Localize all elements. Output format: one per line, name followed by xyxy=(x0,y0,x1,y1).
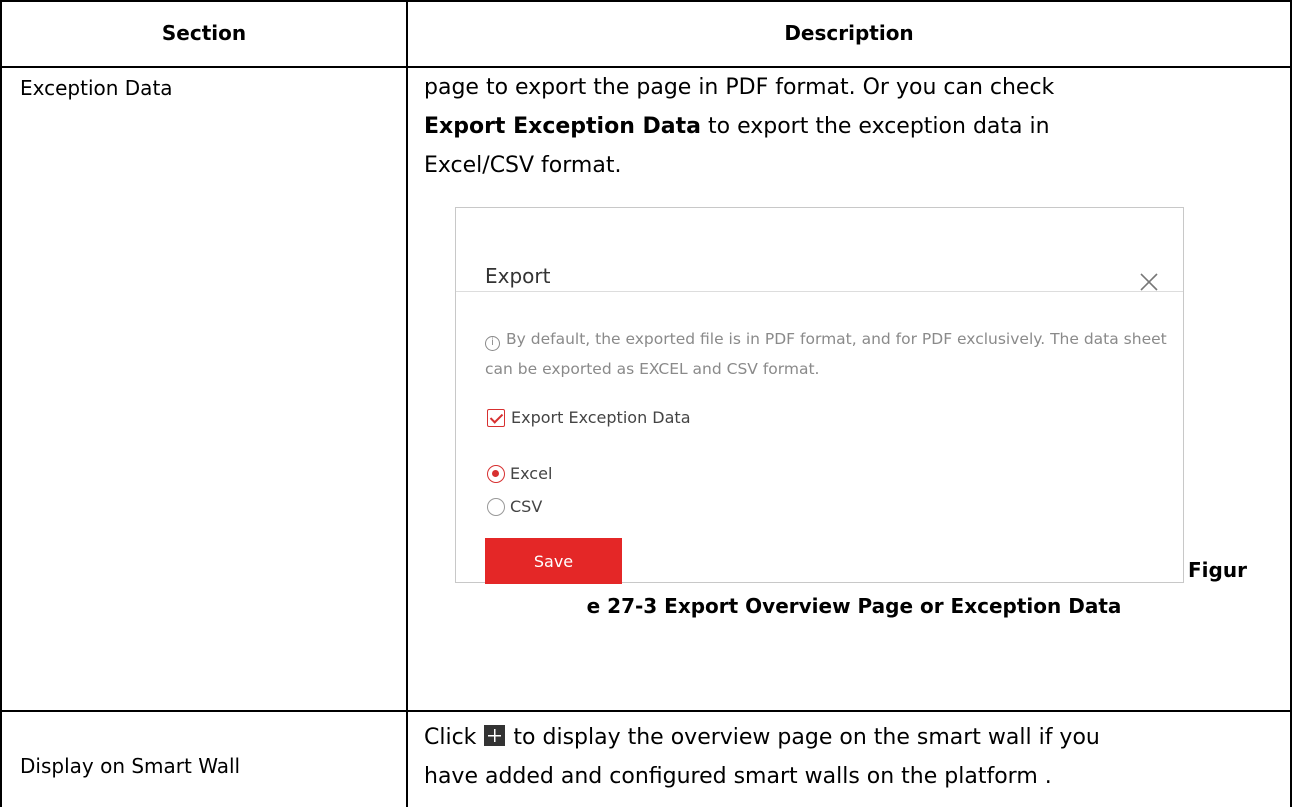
radio-excel[interactable]: Excel xyxy=(487,464,552,483)
desc-text: to export the exception data in xyxy=(701,114,1050,139)
dialog-divider xyxy=(456,291,1183,292)
smart-wall-description: Click to display the overview page on the… xyxy=(424,718,1284,796)
radio-label: CSV xyxy=(510,497,543,516)
table-column-divider xyxy=(406,0,408,807)
smart-wall-icon xyxy=(484,725,506,746)
checkbox-label: Export Exception Data xyxy=(511,408,691,427)
figure-caption: e 27-3 Export Overview Page or Exception… xyxy=(586,594,1122,618)
header-section: Section xyxy=(161,21,247,45)
radio-selected-icon[interactable] xyxy=(487,464,505,483)
info-message: By default, the exported file is in PDF … xyxy=(485,330,1167,378)
figure-caption-part: Figur xyxy=(1188,558,1247,582)
export-dialog-figure: Export i By default, the exported file is… xyxy=(455,207,1184,584)
dialog-info-text: i By default, the exported file is in PDF… xyxy=(485,324,1175,384)
header-description: Description xyxy=(784,21,914,45)
save-button[interactable]: Save xyxy=(485,538,622,584)
desc-line: page to export the page in PDF format. O… xyxy=(424,75,1055,100)
document-table: Section Description Exception Data page … xyxy=(0,0,1292,807)
info-icon: i xyxy=(485,336,500,351)
table-border-left xyxy=(0,0,2,807)
section-display-smart-wall: Display on Smart Wall xyxy=(20,754,241,778)
radio-csv[interactable]: CSV xyxy=(487,497,542,516)
section-exception-data: Exception Data xyxy=(20,76,173,100)
export-exception-checkbox[interactable]: Export Exception Data xyxy=(487,408,691,427)
table-row-divider xyxy=(0,710,1292,712)
desc-line: Excel/CSV format. xyxy=(424,153,622,178)
exception-data-description: page to export the page in PDF format. O… xyxy=(424,68,1284,185)
desc-line: Click to display the overview page on the… xyxy=(424,718,1284,757)
radio-unselected-icon[interactable] xyxy=(487,497,505,516)
desc-bold-term: Export Exception Data xyxy=(424,114,701,139)
checkbox-checked-icon[interactable] xyxy=(487,408,505,427)
radio-label: Excel xyxy=(510,464,553,483)
desc-text: Click xyxy=(424,725,477,750)
desc-line: have added and configured smart walls on… xyxy=(424,764,1052,789)
desc-text: to display the overview page on the smar… xyxy=(513,725,1100,750)
dialog-title: Export xyxy=(485,264,551,288)
desc-line: Export Exception Data to export the exce… xyxy=(424,107,1284,146)
